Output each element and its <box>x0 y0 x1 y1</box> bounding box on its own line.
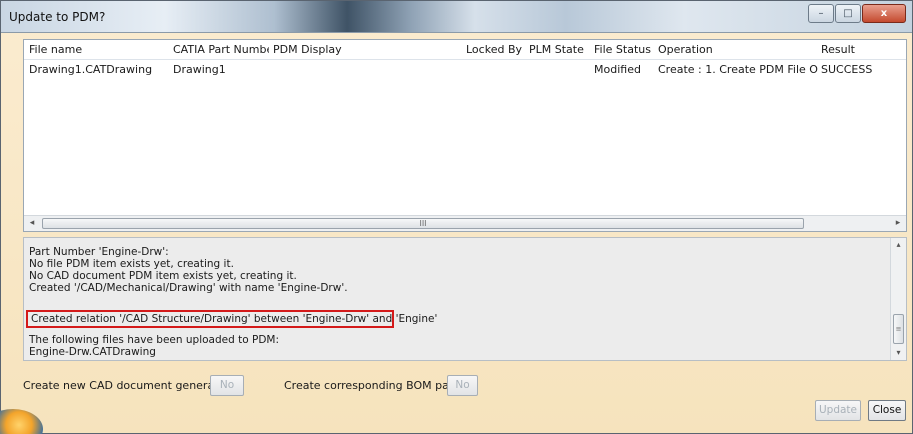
horizontal-scrollbar[interactable]: ◂ III ▸ <box>24 215 906 231</box>
scroll-left-arrow-icon[interactable]: ◂ <box>24 216 40 231</box>
scroll-right-arrow-icon[interactable]: ▸ <box>890 216 906 231</box>
column-header-plm-state[interactable]: PLM State <box>529 40 591 60</box>
files-table: File name CATIA Part Number PDM Display … <box>23 39 907 232</box>
uploaded-files-header: The following files have been uploaded t… <box>29 334 280 346</box>
column-header-pdm-display[interactable]: PDM Display <box>273 40 463 60</box>
cell-file-status: Modified <box>594 63 641 76</box>
uploaded-file-name: Engine-Drw.CATDrawing <box>29 346 156 358</box>
cell-locked-by <box>466 61 526 79</box>
table-row[interactable]: Drawing1.CATDrawing Drawing1 Modified Cr… <box>24 61 906 79</box>
cell-operation: Create : 1. Create PDM File Object of ty… <box>658 63 818 76</box>
close-button[interactable]: Close <box>868 400 906 421</box>
vertical-scrollbar[interactable]: ▴ ≡ ▾ <box>890 238 906 360</box>
title-bar: Update to PDM? – □ x <box>1 1 912 33</box>
bom-parts-label: Create corresponding BOM parts? <box>284 379 470 392</box>
log-line: Created '/CAD/Mechanical/Drawing' with n… <box>29 282 348 294</box>
minimize-button[interactable]: – <box>808 4 834 23</box>
highlighted-relation-line: Created relation '/CAD Structure/Drawing… <box>26 310 437 328</box>
cell-catia-part-number: Drawing1 <box>173 63 226 76</box>
scroll-up-arrow-icon[interactable]: ▴ <box>891 238 906 252</box>
vertical-scroll-thumb[interactable]: ≡ <box>893 314 904 344</box>
log-line: No CAD document PDM item exists yet, cre… <box>29 270 297 282</box>
column-header-result[interactable]: Result <box>821 40 901 60</box>
window-controls: – □ x <box>808 4 906 23</box>
cell-pdm-display <box>273 61 463 79</box>
update-to-pdm-dialog: Update to PDM? – □ x File name CATIA Par… <box>0 0 913 434</box>
cad-generation-label: Create new CAD document generation? <box>23 379 242 392</box>
cell-file-name: Drawing1.CATDrawing <box>29 63 153 76</box>
log-line: Part Number 'Engine-Drw': <box>29 246 169 258</box>
horizontal-scroll-thumb[interactable]: III <box>42 218 804 229</box>
cad-generation-toggle-button[interactable]: No <box>210 375 244 396</box>
column-header-catia-part-number[interactable]: CATIA Part Number <box>173 40 269 60</box>
table-header: File name CATIA Part Number PDM Display … <box>24 40 906 60</box>
column-header-operation[interactable]: Operation <box>658 40 818 60</box>
start-orb-icon <box>0 409 43 434</box>
scroll-down-arrow-icon[interactable]: ▾ <box>891 346 906 360</box>
window-title: Update to PDM? <box>9 10 106 24</box>
close-window-button[interactable]: x <box>862 4 906 23</box>
update-button[interactable]: Update <box>815 400 861 421</box>
cell-result: SUCCESS <box>821 63 873 76</box>
column-header-file-name[interactable]: File name <box>29 40 169 60</box>
column-header-locked-by[interactable]: Locked By <box>466 40 526 60</box>
cell-plm-state <box>529 61 591 79</box>
bom-parts-toggle-button[interactable]: No <box>447 375 478 396</box>
maximize-button[interactable]: □ <box>835 4 861 23</box>
log-line: No file PDM item exists yet, creating it… <box>29 258 234 270</box>
column-header-file-status[interactable]: File Status <box>594 40 654 60</box>
log-panel: Part Number 'Engine-Drw': No file PDM it… <box>23 237 907 361</box>
